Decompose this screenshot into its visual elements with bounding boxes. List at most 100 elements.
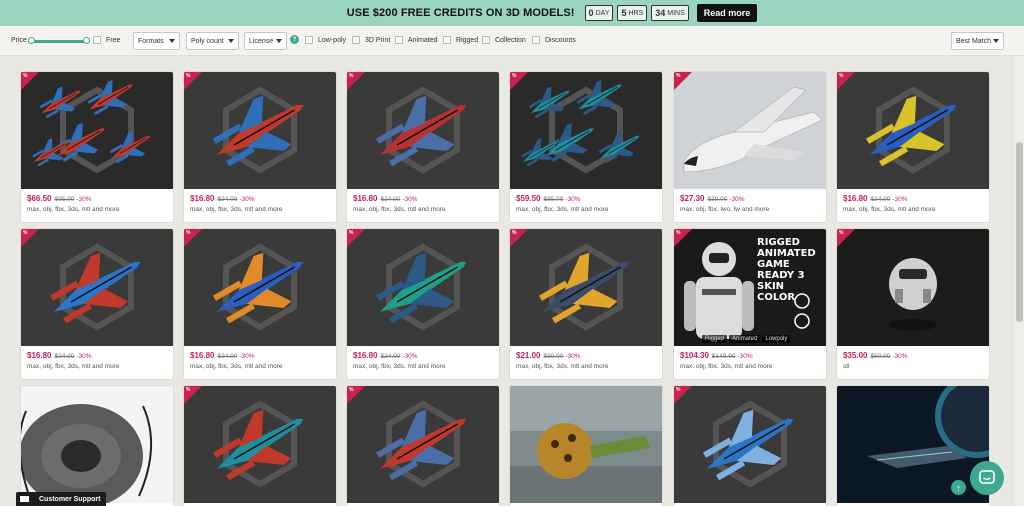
scrollbar-thumb[interactable] (1016, 142, 1023, 322)
price-slider[interactable] (31, 40, 86, 43)
discount-percent: -30% (737, 353, 753, 360)
product-render (376, 243, 467, 331)
product-card[interactable] (510, 386, 662, 506)
product-card[interactable]: % $59.50 $85.00 -30% max, obj, fbx, 3ds, mtl… (510, 72, 662, 222)
product-thumbnail[interactable]: % (510, 72, 662, 189)
product-thumbnail[interactable]: % (347, 386, 499, 503)
product-card[interactable]: % $16.80 $24.00 -30% max, obj, fbx, 3ds, mtl… (347, 72, 499, 222)
product-card[interactable]: % $16.80 $24.00 -30% max, obj, fbx, 3ds, mtl… (347, 229, 499, 379)
chevron-down-icon (276, 39, 282, 43)
product-card[interactable]: % $16.80 $24.00 -30% max, obj, fbx, 3ds, mtl… (837, 72, 989, 222)
product-card[interactable]: % $16.80 $24.00 -30% max, obj, fbx, 3ds, mtl… (184, 229, 336, 379)
discounts-checkbox[interactable] (532, 36, 540, 44)
product-render (889, 258, 937, 331)
countdown-hours: 5 HRS (617, 5, 648, 21)
original-price: $149.00 (711, 353, 736, 360)
sort-dropdown[interactable]: Best Match (951, 32, 1004, 50)
product-card[interactable] (837, 386, 989, 506)
chat-button[interactable] (970, 461, 1004, 495)
3d-print-label: 3D Print (365, 37, 391, 44)
product-card[interactable]: % (674, 386, 826, 506)
price-row: $16.80 $24.00 -30% (837, 189, 989, 203)
sale-badge: % (21, 72, 39, 90)
customer-support-button[interactable]: Customer Support (16, 492, 107, 506)
price-row: $16.80 $24.00 -30% (184, 189, 336, 203)
sale-badge: % (510, 229, 528, 247)
product-thumbnail[interactable]: % (837, 229, 989, 346)
sale-badge: % (347, 229, 365, 247)
price-row: $59.50 $85.00 -30% (510, 189, 662, 203)
product-card[interactable]: % $16.80 $24.00 -30% max, obj, fbx, 3ds, mtl… (21, 229, 173, 379)
product-thumbnail[interactable]: % (347, 72, 499, 189)
discount-percent: -30% (892, 196, 908, 203)
help-icon[interactable]: ? (290, 35, 299, 44)
free-checkbox[interactable] (93, 36, 101, 44)
file-formats: max, obj, fbx, 3ds, mtl and more (516, 206, 609, 213)
original-price: $24.00 (217, 353, 238, 360)
product-thumbnail[interactable]: % (510, 229, 662, 346)
original-price: $39.00 (707, 196, 728, 203)
file-formats: max, obj, fbx, lwo, lw and more (680, 206, 770, 213)
product-thumbnail[interactable]: % (674, 386, 826, 503)
product-thumbnail[interactable]: % (347, 229, 499, 346)
product-thumbnail[interactable]: % (21, 72, 173, 189)
price-row: $16.80 $24.00 -30% (184, 346, 336, 360)
product-card[interactable]: % (347, 386, 499, 506)
discount-percent: -30% (729, 196, 745, 203)
license-dropdown[interactable]: License (244, 32, 287, 50)
read-more-button[interactable]: Read more (696, 4, 758, 22)
rigged-checkbox[interactable] (443, 36, 451, 44)
scrollbar[interactable] (1015, 56, 1024, 506)
animated-checkbox[interactable] (395, 36, 403, 44)
price-slider-min-handle[interactable] (28, 37, 35, 44)
price-row: $27.30 $39.00 -30% (674, 189, 826, 203)
product-card[interactable]: % $66.50 $95.00 -30% max, obj, fbx, 3ds, mtl… (21, 72, 173, 222)
price-row: $35.00 $50.00 -30% (837, 346, 989, 360)
current-price: $16.80 (190, 351, 215, 360)
product-thumbnail[interactable]: % (184, 72, 336, 189)
product-card[interactable]: % RIGGED ANIMATED GAME READY 3 SKIN COLOR… (674, 229, 826, 379)
product-thumbnail[interactable] (510, 386, 662, 503)
file-formats: max, obj, fbx, 3ds, mtl and more (516, 363, 609, 370)
original-price: $95.00 (54, 196, 75, 203)
sale-badge: % (837, 229, 855, 247)
product-thumbnail[interactable]: % (21, 229, 173, 346)
product-card[interactable]: % $35.00 $50.00 -30% stl (837, 229, 989, 379)
product-thumbnail[interactable]: % (184, 386, 336, 503)
promo-text: USE $200 FREE CREDITS ON 3D MODELS! (346, 7, 575, 19)
feature-badge: Rigged (702, 335, 728, 343)
original-price: $24.00 (380, 353, 401, 360)
product-thumbnail[interactable]: % (837, 72, 989, 189)
feature-badge: Lowpoly (762, 335, 791, 343)
product-card[interactable]: % $21.00 $30.00 -30% max, obj, fbx, 3ds, mtl… (510, 229, 662, 379)
discount-percent: -30% (76, 196, 92, 203)
product-thumbnail[interactable]: % (674, 72, 826, 189)
sale-badge: % (510, 72, 528, 90)
promo-banner: USE $200 FREE CREDITS ON 3D MODELS! 0 DAY… (0, 0, 1024, 26)
low-poly-checkbox[interactable] (305, 36, 313, 44)
product-thumbnail[interactable] (837, 386, 989, 503)
file-formats: max, obj, fbx, 3ds, mtl and more (353, 363, 446, 370)
file-formats: max, obj, fbx, 3ds, mtl and more (190, 206, 283, 213)
product-thumbnail[interactable]: % RIGGED ANIMATED GAME READY 3 SKIN COLOR… (674, 229, 826, 346)
price-slider-max-handle[interactable] (83, 37, 90, 44)
file-formats: max, obj, fbx, 3ds, mtl and more (353, 206, 446, 213)
current-price: $16.80 (843, 194, 868, 203)
current-price: $16.80 (190, 194, 215, 203)
product-card[interactable]: % $16.80 $24.00 -30% max, obj, fbx, 3ds, mtl… (184, 72, 336, 222)
product-card[interactable]: % $27.30 $39.00 -30% max, obj, fbx, lwo, lw … (674, 72, 826, 222)
scroll-top-button[interactable]: ↑ (951, 480, 966, 495)
3d-print-checkbox[interactable] (352, 36, 360, 44)
animated-label: Animated (408, 37, 438, 44)
formats-dropdown[interactable]: Formats (133, 32, 180, 50)
product-card[interactable] (21, 386, 173, 506)
poly-count-dropdown[interactable]: Poly count (186, 32, 239, 50)
product-thumbnail[interactable] (21, 386, 173, 503)
current-price: $66.50 (27, 194, 52, 203)
product-card[interactable]: % (184, 386, 336, 506)
product-thumbnail[interactable]: % (184, 229, 336, 346)
collection-checkbox[interactable] (482, 36, 490, 44)
original-price: $24.00 (380, 196, 401, 203)
chevron-down-icon (169, 39, 175, 43)
discount-percent: -30% (892, 353, 908, 360)
